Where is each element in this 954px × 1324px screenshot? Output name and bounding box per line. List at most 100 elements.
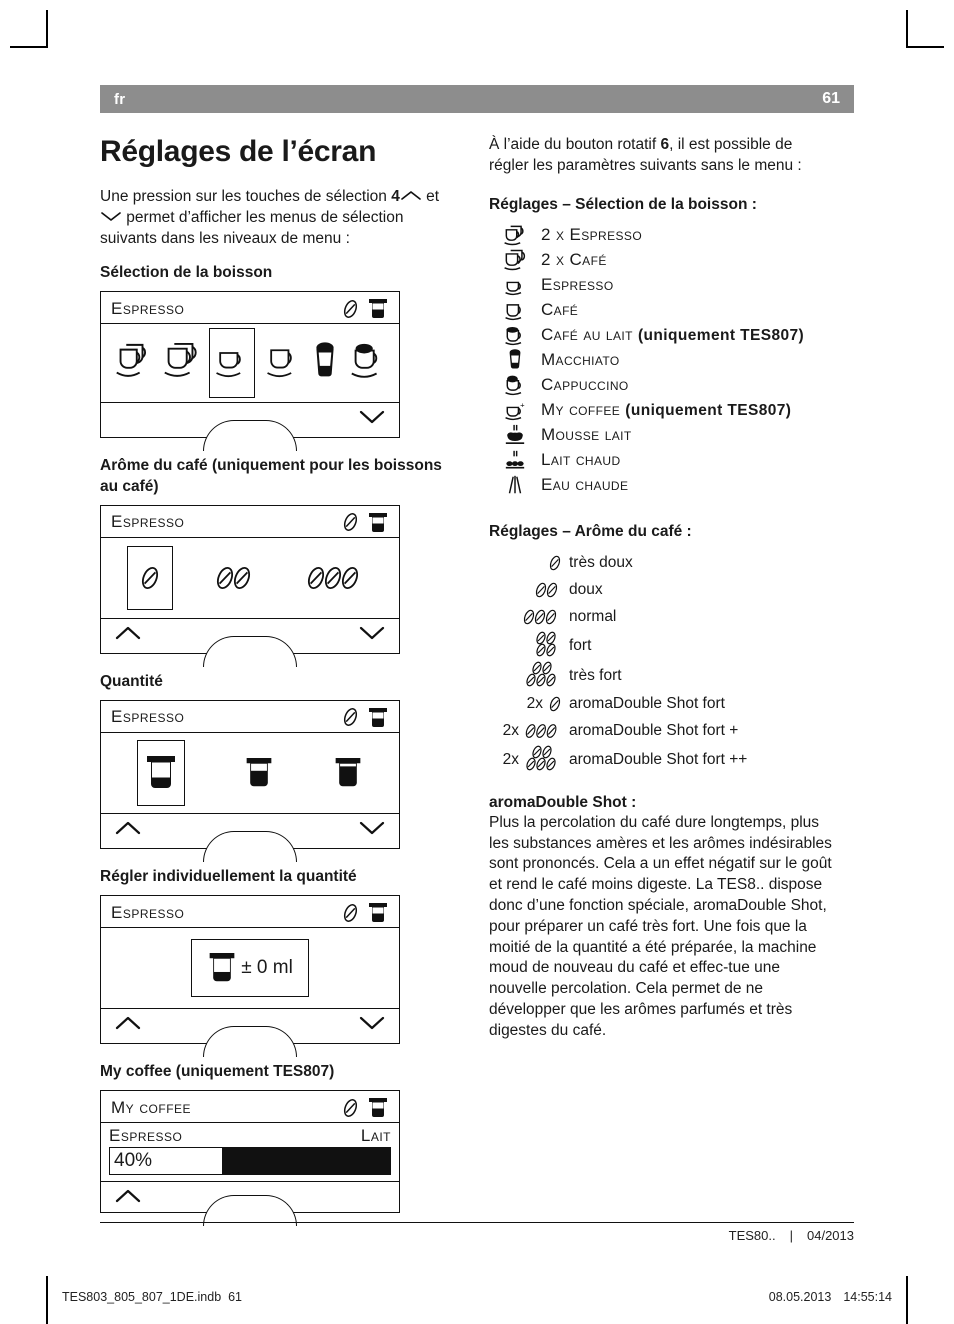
display-status-icons — [341, 297, 389, 320]
section-heading-quantity: Quantité — [100, 672, 163, 690]
display-quantity-levels-row — [101, 733, 399, 813]
list-item[interactable]: Eau chaude — [489, 473, 834, 498]
display-arrow-down-icon[interactable] — [359, 1015, 385, 1031]
list-item-label: aromaDouble Shot fort ++ — [569, 750, 748, 768]
footer-model: TES80.. — [728, 1228, 776, 1243]
list-item[interactable]: doux — [489, 577, 834, 604]
display-navigation-bar — [101, 402, 399, 452]
cappuccino-cup-icon — [351, 344, 378, 379]
list-item[interactable]: Café au lait (uniquement TES807) — [489, 323, 834, 348]
display-notch — [203, 1026, 297, 1057]
list-item[interactable]: Café — [489, 298, 834, 323]
selected-beverage-box[interactable] — [209, 328, 256, 399]
display-navigation-bar — [101, 812, 399, 862]
intro-paragraph: Une pression sur les touches de sélectio… — [100, 187, 445, 249]
heading-aroma-double-shot: aromaDouble Shot : — [489, 793, 637, 811]
display-coffee-aroma: Espresso — [100, 504, 400, 667]
list-item[interactable]: 2x aromaDouble Shot fort — [489, 691, 834, 718]
cappuccino-cup-icon — [489, 373, 541, 397]
list-item[interactable]: 2 x Café — [489, 248, 834, 273]
aroma-double-shot-body: Plus la percolation du café dure longtem… — [489, 813, 832, 1039]
double-espresso-cup-icon — [115, 344, 146, 378]
display-navigation-bar — [101, 1008, 399, 1057]
two-beans-icon — [216, 566, 251, 589]
list-item[interactable]: Mousse lait — [489, 423, 834, 448]
list-item-label: Cappuccino — [541, 375, 629, 395]
list-item[interactable]: Lait chaud — [489, 448, 834, 473]
selected-aroma-box[interactable] — [126, 545, 173, 610]
cup-small-fill-icon — [146, 755, 175, 788]
list-item[interactable]: 2x aromaDouble Shot fort ++ — [489, 745, 834, 775]
display-arrow-up-icon[interactable] — [115, 1188, 141, 1204]
cup-large-fill-icon — [335, 757, 361, 787]
display-quantity: Espresso — [100, 699, 400, 862]
display-arrow-down-icon[interactable] — [359, 820, 385, 836]
list-item[interactable]: 2x aromaDouble Shot fort + — [489, 718, 834, 745]
section-heading-my-coffee: My coffee (uniquement TES807) — [100, 1063, 335, 1080]
my-coffee-cup-icon: + — [489, 399, 541, 421]
display-arrow-up-icon[interactable] — [115, 820, 141, 836]
display-my-coffee: My coffee Espresso Lait 40% — [100, 1090, 400, 1227]
section-heading-beverage-selection: Sélection de la boisson — [100, 264, 273, 282]
one-bean-icon — [141, 566, 158, 589]
espresso-cup-icon — [489, 274, 541, 296]
individual-quantity-box[interactable]: ± 0 ml — [191, 939, 309, 997]
list-item-label: Lait chaud — [541, 450, 621, 470]
coffee-bean-icon — [343, 299, 358, 318]
display-arrow-up-icon[interactable] — [115, 1015, 141, 1031]
section-heading-individual-quantity: Régler individuellement la quantité — [100, 867, 357, 885]
double-shot-three-beans-icon: 2x — [489, 721, 569, 741]
display-notch — [203, 830, 297, 862]
display-title: My coffee — [111, 1097, 192, 1117]
list-item-label: Eau chaude — [541, 475, 629, 495]
list-item[interactable]: Cappuccino — [489, 373, 834, 398]
left-column: Réglages de l’écran Une pression sur les… — [100, 135, 445, 1227]
list-item[interactable]: + My coffee (uniquement TES807) — [489, 398, 834, 423]
right-column: À l’aide du bouton rotatif 6, il est pos… — [489, 135, 834, 1217]
mix-label-espresso: Espresso — [109, 1126, 183, 1146]
list-item[interactable]: normal — [489, 604, 834, 631]
list-item-text: My coffee — [541, 400, 621, 420]
list-item-label: Café au lait (uniquement TES807) — [541, 325, 804, 345]
display-title: Espresso — [111, 902, 185, 922]
display-arrow-up-icon[interactable] — [115, 625, 141, 641]
two-column-layout: Réglages de l’écran Une pression sur les… — [100, 135, 854, 1227]
my-coffee-ratio-slider[interactable]: 40% — [109, 1147, 391, 1176]
coffee-cup-icon — [266, 349, 292, 378]
section-heading-coffee-aroma: Arôme du café (uniquement pour les boiss… — [100, 457, 442, 495]
list-item[interactable]: Espresso — [489, 273, 834, 298]
double-coffee-cup-icon — [164, 343, 197, 378]
print-edge-mark-right — [906, 1276, 908, 1324]
display-navigation-bar — [101, 1181, 399, 1227]
selected-quantity-box[interactable] — [136, 739, 185, 806]
rotary-intro-text-1: À l’aide du bouton rotatif — [489, 136, 661, 153]
list-item[interactable]: très doux — [489, 550, 834, 577]
print-date: 08.05.2013 — [768, 1290, 832, 1304]
list-item[interactable]: fort — [489, 631, 834, 661]
list-item-label: 2 x Café — [541, 250, 607, 270]
page-number: 61 — [822, 90, 840, 107]
display-status-icons — [341, 511, 389, 534]
my-coffee-mix-area: Espresso Lait 40% — [101, 1123, 399, 1176]
list-item[interactable]: très fort — [489, 661, 834, 691]
list-item-label: très doux — [569, 554, 633, 572]
print-edge-mark-left — [46, 1276, 48, 1324]
list-item[interactable]: Macchiato — [489, 348, 834, 373]
double-shot-prefix: 2x — [526, 695, 543, 713]
print-page-number: 61 — [228, 1290, 243, 1304]
ratio-milk-portion — [222, 1148, 390, 1175]
heading-beverage-settings: Réglages – Sélection de la boisson : — [489, 195, 757, 213]
svg-text:+: + — [520, 401, 525, 410]
print-time: 14:55:14 — [843, 1290, 892, 1304]
beverage-settings-list: 2 x Espresso 2 x Café Espresso Café Café… — [489, 223, 834, 498]
display-status-icons — [341, 1096, 389, 1119]
list-item-label: My coffee (uniquement TES807) — [541, 400, 791, 420]
display-titlebar: Espresso — [101, 292, 399, 325]
intro-text-2: et — [421, 188, 440, 205]
my-coffee-mix-labels: Espresso Lait — [101, 1123, 399, 1147]
list-item-label: fort — [569, 636, 592, 654]
list-item-label: Café — [541, 300, 579, 320]
display-arrow-down-icon[interactable] — [359, 409, 385, 425]
display-arrow-down-icon[interactable] — [359, 625, 385, 641]
list-item[interactable]: 2 x Espresso — [489, 223, 834, 248]
